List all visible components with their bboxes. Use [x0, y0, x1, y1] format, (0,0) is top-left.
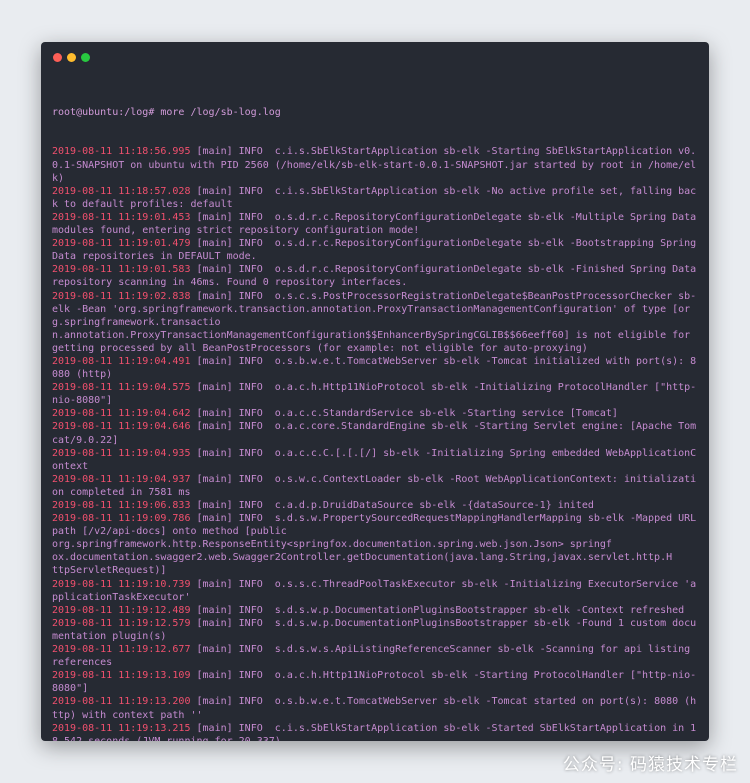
log-line: 2019-08-11 11:19:04.937 [main] INFO o.s.… — [52, 473, 702, 499]
log-timestamp: 2019-08-11 11:19:10.739 — [52, 578, 191, 590]
log-timestamp: 2019-08-11 11:19:04.937 — [52, 473, 191, 485]
log-timestamp: 2019-08-11 11:19:12.489 — [52, 604, 191, 616]
log-line: 2019-08-11 11:19:02.838 [main] INFO o.s.… — [52, 290, 702, 355]
log-timestamp: 2019-08-11 11:19:12.677 — [52, 644, 191, 656]
terminal-window: root@ubuntu:/log# more /log/sb-log.log 2… — [41, 42, 709, 741]
log-timestamp: 2019-08-11 11:19:13.109 — [52, 670, 191, 682]
log-timestamp: 2019-08-11 11:19:09.786 — [52, 513, 191, 525]
log-message: [main] INFO s.d.s.w.p.DocumentationPlugi… — [190, 604, 685, 616]
log-line: 2019-08-11 11:18:56.995 [main] INFO c.i.… — [52, 145, 702, 184]
log-line: 2019-08-11 11:19:10.739 [main] INFO o.s.… — [52, 578, 702, 604]
log-line: 2019-08-11 11:19:13.215 [main] INFO c.i.… — [52, 722, 702, 741]
log-line: 2019-08-11 11:19:04.935 [main] INFO o.a.… — [52, 447, 702, 473]
log-line: 2019-08-11 11:19:13.109 [main] INFO o.a.… — [52, 669, 702, 695]
log-line: 2019-08-11 11:19:06.833 [main] INFO c.a.… — [52, 499, 702, 512]
log-line: 2019-08-11 11:18:57.028 [main] INFO c.i.… — [52, 185, 702, 211]
log-timestamp: 2019-08-11 11:18:56.995 — [52, 146, 191, 158]
log-line: 2019-08-11 11:19:13.200 [main] INFO o.s.… — [52, 695, 702, 721]
log-timestamp: 2019-08-11 11:19:13.200 — [52, 696, 191, 708]
log-timestamp: 2019-08-11 11:19:04.646 — [52, 421, 191, 433]
log-line: 2019-08-11 11:19:09.786 [main] INFO s.d.… — [52, 512, 702, 577]
log-timestamp: 2019-08-11 11:19:13.215 — [52, 722, 191, 734]
maximize-window-button[interactable] — [81, 53, 90, 62]
log-timestamp: 2019-08-11 11:18:57.028 — [52, 185, 191, 197]
log-timestamp: 2019-08-11 11:19:04.491 — [52, 355, 191, 367]
log-line: 2019-08-11 11:19:12.579 [main] INFO s.d.… — [52, 617, 702, 643]
log-timestamp: 2019-08-11 11:19:01.583 — [52, 264, 191, 276]
log-line: 2019-08-11 11:19:04.646 [main] INFO o.a.… — [52, 420, 702, 446]
log-timestamp: 2019-08-11 11:19:06.833 — [52, 500, 191, 511]
log-line: 2019-08-11 11:19:01.479 [main] INFO o.s.… — [52, 237, 702, 263]
log-message: [main] INFO c.a.d.p.DruidDataSource sb-e… — [190, 500, 594, 511]
log-line: 2019-08-11 11:19:12.677 [main] INFO s.d.… — [52, 643, 702, 669]
title-bar — [41, 42, 709, 72]
log-line: 2019-08-11 11:19:04.575 [main] INFO o.a.… — [52, 381, 702, 407]
watermark: 公众号: 码猿技术专栏 — [562, 755, 738, 775]
log-line: 2019-08-11 11:19:04.491 [main] INFO o.s.… — [52, 355, 702, 381]
close-window-button[interactable] — [53, 53, 62, 62]
log-line: 2019-08-11 11:19:12.489 [main] INFO s.d.… — [52, 604, 702, 617]
log-line: 2019-08-11 11:19:01.583 [main] INFO o.s.… — [52, 263, 702, 289]
log-timestamp: 2019-08-11 11:19:12.579 — [52, 617, 191, 629]
log-line: 2019-08-11 11:19:01.453 [main] INFO o.s.… — [52, 211, 702, 237]
log-line: 2019-08-11 11:19:04.642 [main] INFO o.a.… — [52, 407, 702, 420]
log-message: [main] INFO o.a.c.c.StandardService sb-e… — [190, 408, 618, 420]
minimize-window-button[interactable] — [67, 53, 76, 62]
log-timestamp: 2019-08-11 11:19:04.642 — [52, 408, 191, 420]
terminal-output[interactable]: root@ubuntu:/log# more /log/sb-log.log 2… — [52, 80, 702, 741]
log-timestamp: 2019-08-11 11:19:01.453 — [52, 211, 191, 223]
log-timestamp: 2019-08-11 11:19:04.575 — [52, 382, 191, 394]
command-prompt: root@ubuntu:/log# more /log/sb-log.log — [52, 107, 281, 119]
log-timestamp: 2019-08-11 11:19:02.838 — [52, 290, 191, 302]
log-timestamp: 2019-08-11 11:19:01.479 — [52, 238, 191, 250]
log-timestamp: 2019-08-11 11:19:04.935 — [52, 447, 191, 459]
